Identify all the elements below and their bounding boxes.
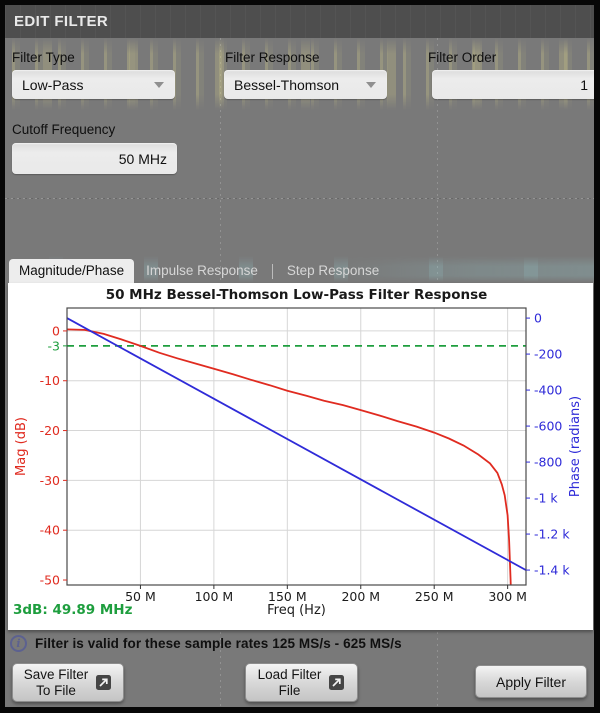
save-filter-button[interactable]: Save Filter To File: [12, 663, 124, 702]
svg-text:0: 0: [534, 311, 542, 326]
sample-rate-info: i Filter is valid for these sample rates…: [10, 635, 402, 652]
chevron-down-icon: [154, 82, 164, 88]
cutoff-annotation: 3dB: 49.89 MHz: [13, 602, 133, 618]
svg-text:-20: -20: [40, 423, 60, 438]
series-magnitude: [67, 329, 512, 610]
apply-filter-label: Apply Filter: [496, 674, 566, 690]
svg-text:150 M: 150 M: [268, 589, 307, 604]
export-file-icon: [95, 674, 112, 691]
edit-filter-dialog: EDIT FILTER ? Filter Type Filter Respons…: [0, 0, 600, 713]
info-icon: i: [10, 635, 27, 652]
filter-order-value: 1: [580, 77, 588, 93]
svg-text:-1.2 k: -1.2 k: [534, 527, 570, 542]
svg-text:0: 0: [52, 323, 60, 338]
phase-axis-label: Phase (radians): [568, 396, 583, 497]
tab-magnitude-phase[interactable]: Magnitude/Phase: [9, 259, 134, 283]
load-filter-button[interactable]: Load Filter File: [245, 663, 358, 702]
filter-response-chart: 50 M100 M150 M200 M250 M300 M0-3-10-20-3…: [8, 283, 593, 630]
svg-text:-800: -800: [534, 455, 562, 470]
cutoff-frequency-label: Cutoff Frequency: [12, 122, 115, 137]
filter-response-label: Filter Response: [225, 50, 320, 65]
svg-text:200 M: 200 M: [341, 589, 380, 604]
tab-impulse-response[interactable]: Impulse Response: [134, 260, 270, 283]
dialog-title: EDIT FILTER: [14, 13, 108, 30]
filter-type-dropdown[interactable]: Low-Pass: [12, 70, 175, 99]
svg-text:300 M: 300 M: [488, 589, 527, 604]
svg-text:-30: -30: [40, 473, 60, 488]
frame-border: [0, 0, 600, 5]
tab-separator: [272, 264, 273, 279]
chevron-down-icon: [366, 82, 376, 88]
svg-text:-50: -50: [40, 573, 60, 588]
load-filter-label-line2: File: [279, 683, 301, 699]
svg-text:100 M: 100 M: [195, 589, 234, 604]
apply-filter-button[interactable]: Apply Filter: [475, 665, 587, 698]
frame-border: [594, 0, 600, 713]
svg-text:-3: -3: [48, 338, 60, 353]
tab-step-response[interactable]: Step Response: [275, 260, 391, 283]
svg-text:-10: -10: [40, 373, 60, 388]
title-bar: EDIT FILTER: [5, 5, 594, 38]
filter-order-field[interactable]: 1: [432, 70, 598, 99]
magnitude-phase-plot: 50 M100 M150 M200 M250 M300 M0-3-10-20-3…: [8, 283, 593, 630]
filter-type-value: Low-Pass: [22, 77, 83, 93]
save-filter-label-line1: Save Filter: [24, 667, 89, 683]
cutoff-frequency-value: 50 MHz: [119, 151, 167, 167]
chart-title: 50 MHz Bessel-Thomson Low-Pass Filter Re…: [106, 287, 488, 303]
export-file-icon: [328, 674, 345, 691]
svg-text:250 M: 250 M: [415, 589, 454, 604]
filter-response-dropdown[interactable]: Bessel-Thomson: [224, 70, 387, 99]
svg-text:-200: -200: [534, 347, 562, 362]
cutoff-frequency-field[interactable]: 50 MHz: [12, 143, 177, 174]
x-axis-label: Freq (Hz): [267, 603, 326, 618]
svg-text:-1.4 k: -1.4 k: [534, 563, 570, 578]
frame-border: [0, 0, 5, 713]
save-filter-label-line2: To File: [36, 683, 76, 699]
svg-text:-600: -600: [534, 419, 562, 434]
filter-response-value: Bessel-Thomson: [234, 77, 339, 93]
load-filter-label-line1: Load Filter: [258, 667, 322, 683]
svg-text:-1 k: -1 k: [534, 491, 558, 506]
svg-text:-400: -400: [534, 383, 562, 398]
info-text: Filter is valid for these sample rates 1…: [35, 636, 402, 651]
mag-axis-label: Mag (dB): [14, 417, 29, 476]
response-view-tabs: Magnitude/Phase Impulse Response Step Re…: [9, 261, 391, 283]
frame-border: [0, 707, 600, 713]
graticule-line: [5, 198, 594, 199]
series-phase: [67, 318, 526, 570]
svg-text:-40: -40: [40, 523, 60, 538]
filter-order-label: Filter Order: [428, 50, 496, 65]
filter-type-label: Filter Type: [12, 50, 75, 65]
